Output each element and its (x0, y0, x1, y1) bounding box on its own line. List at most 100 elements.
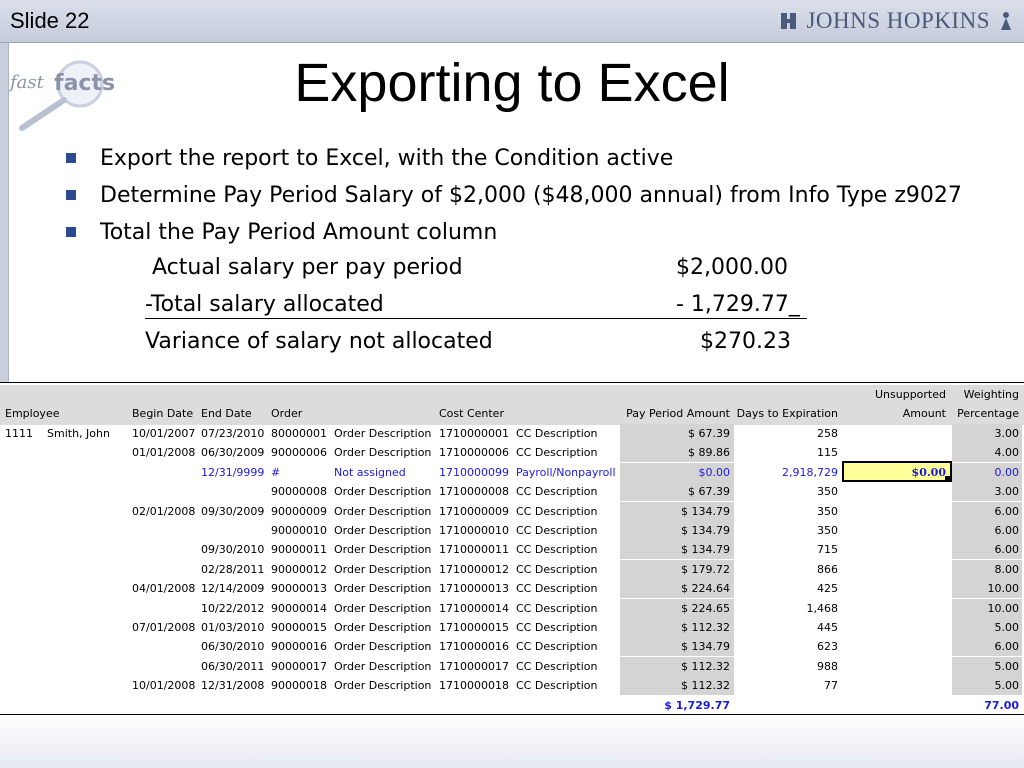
cost-center-number[interactable]: 1710000010 (439, 521, 509, 540)
order-description[interactable]: Order Description (334, 424, 431, 443)
order-number[interactable]: 90000008 (271, 482, 327, 501)
weighting-percentage[interactable]: 5.00 (952, 618, 1020, 637)
pay-period-amount[interactable]: $ 224.65 (620, 599, 730, 618)
weighting-percentage[interactable]: 3.00 (952, 482, 1020, 501)
pay-period-amount[interactable]: $ 179.72 (620, 560, 730, 579)
days-to-expiration[interactable]: 2,918,729 (734, 463, 838, 482)
end-date[interactable]: 12/31/9999 (201, 463, 264, 482)
pay-period-amount[interactable]: $ 67.39 (620, 424, 730, 443)
order-number[interactable]: 90000013 (271, 579, 327, 598)
begin-date[interactable]: 02/01/2008 (132, 502, 195, 521)
order-number[interactable]: 90000018 (271, 676, 327, 695)
days-to-expiration[interactable]: 988 (734, 657, 838, 676)
pay-period-amount[interactable]: $ 134.79 (620, 540, 730, 559)
order-number[interactable]: 90000011 (271, 540, 327, 559)
cost-center-description[interactable]: CC Description (516, 443, 598, 462)
order-description[interactable]: Not assigned (334, 463, 406, 482)
unsupported-amount[interactable] (846, 599, 946, 618)
cost-center-description[interactable]: CC Description (516, 618, 598, 637)
weighting-percentage[interactable]: 5.00 (952, 676, 1020, 695)
cost-center-description[interactable]: CC Description (516, 637, 598, 656)
order-description[interactable]: Order Description (334, 540, 431, 559)
cost-center-number[interactable]: 1710000008 (439, 482, 509, 501)
weighting-percentage[interactable]: 0.00 (952, 463, 1020, 482)
order-number[interactable]: # (271, 463, 280, 482)
cost-center-number[interactable]: 1710000009 (439, 502, 509, 521)
unsupported-amount[interactable] (846, 676, 946, 695)
order-number[interactable]: 90000009 (271, 502, 327, 521)
end-date[interactable]: 07/23/2010 (201, 424, 264, 443)
days-to-expiration[interactable]: 258 (734, 424, 838, 443)
unsupported-amount[interactable] (846, 618, 946, 637)
days-to-expiration[interactable]: 77 (734, 676, 838, 695)
order-number[interactable]: 90000010 (271, 521, 327, 540)
cost-center-description[interactable]: CC Description (516, 657, 598, 676)
cost-center-number[interactable]: 1710000006 (439, 443, 509, 462)
days-to-expiration[interactable]: 1,468 (734, 599, 839, 618)
order-number[interactable]: 90000016 (271, 637, 327, 656)
order-description[interactable]: Order Description (334, 560, 431, 579)
unsupported-amount[interactable] (846, 443, 946, 462)
order-description[interactable]: Order Description (334, 657, 431, 676)
cost-center-description[interactable]: CC Description (516, 424, 598, 443)
pay-period-amount[interactable]: $ 112.32 (620, 657, 730, 676)
cost-center-number[interactable]: 1710000011 (439, 540, 509, 559)
cost-center-number[interactable]: 1710000015 (439, 618, 509, 637)
order-number[interactable]: 90000012 (271, 560, 327, 579)
days-to-expiration[interactable]: 445 (734, 618, 838, 637)
weighting-percentage[interactable]: 5.00 (952, 657, 1020, 676)
end-date[interactable]: 02/28/2011 (201, 560, 264, 579)
weighting-percentage[interactable]: 6.00 (952, 502, 1020, 521)
order-number[interactable]: 90000017 (271, 657, 327, 676)
begin-date[interactable]: 07/01/2008 (132, 618, 195, 637)
unsupported-amount[interactable] (846, 637, 946, 656)
order-number[interactable]: 90000014 (271, 599, 327, 618)
total-pay-period-amount[interactable]: $ 1,729.77 (620, 696, 730, 715)
order-description[interactable]: Order Description (334, 599, 431, 618)
end-date[interactable]: 06/30/2011 (201, 657, 264, 676)
unsupported-amount[interactable]: $0.00 (846, 463, 946, 482)
cost-center-number[interactable]: 1710000012 (439, 560, 509, 579)
unsupported-amount[interactable] (846, 560, 946, 579)
end-date[interactable]: 06/30/2010 (201, 637, 264, 656)
end-date[interactable]: 12/14/2009 (201, 579, 264, 598)
end-date[interactable]: 09/30/2009 (201, 502, 264, 521)
unsupported-amount[interactable] (846, 424, 946, 443)
unsupported-amount[interactable] (846, 540, 946, 559)
days-to-expiration[interactable]: 715 (734, 540, 838, 559)
days-to-expiration[interactable]: 866 (734, 560, 838, 579)
end-date[interactable]: 09/30/2010 (201, 540, 264, 559)
order-description[interactable]: Order Description (334, 443, 431, 462)
weighting-percentage[interactable]: 4.00 (952, 443, 1020, 462)
cost-center-description[interactable]: CC Description (516, 482, 598, 501)
pay-period-amount[interactable]: $ 224.64 (620, 579, 730, 598)
order-description[interactable]: Order Description (334, 521, 431, 540)
cost-center-number[interactable]: 1710000013 (439, 579, 509, 598)
weighting-percentage[interactable]: 6.00 (952, 540, 1020, 559)
cost-center-description[interactable]: CC Description (516, 599, 598, 618)
end-date[interactable]: 01/03/2010 (201, 618, 264, 637)
begin-date[interactable]: 10/01/2007 (132, 424, 195, 443)
weighting-percentage[interactable]: 10.00 (952, 579, 1020, 598)
cost-center-number[interactable]: 1710000099 (439, 463, 509, 482)
emp-id[interactable]: 1111 (5, 424, 33, 443)
weighting-percentage[interactable]: 3.00 (952, 424, 1020, 443)
cost-center-number[interactable]: 1710000017 (439, 657, 509, 676)
pay-period-amount[interactable]: $ 134.79 (620, 521, 730, 540)
days-to-expiration[interactable]: 350 (734, 502, 838, 521)
cost-center-description[interactable]: CC Description (516, 521, 598, 540)
total-weighting-percentage[interactable]: 77.00 (952, 696, 1019, 715)
pay-period-amount[interactable]: $0.00 (620, 463, 731, 482)
unsupported-amount[interactable] (846, 579, 946, 598)
begin-date[interactable]: 10/01/2008 (132, 676, 195, 695)
weighting-percentage[interactable]: 8.00 (952, 560, 1020, 579)
order-description[interactable]: Order Description (334, 502, 431, 521)
weighting-percentage[interactable]: 6.00 (952, 521, 1020, 540)
unsupported-amount[interactable] (846, 521, 946, 540)
unsupported-amount[interactable] (846, 657, 946, 676)
cost-center-description[interactable]: Payroll/Nonpayroll (516, 463, 616, 482)
days-to-expiration[interactable]: 350 (734, 521, 838, 540)
order-number[interactable]: 90000006 (271, 443, 327, 462)
end-date[interactable]: 12/31/2008 (201, 676, 264, 695)
days-to-expiration[interactable]: 115 (734, 443, 838, 462)
